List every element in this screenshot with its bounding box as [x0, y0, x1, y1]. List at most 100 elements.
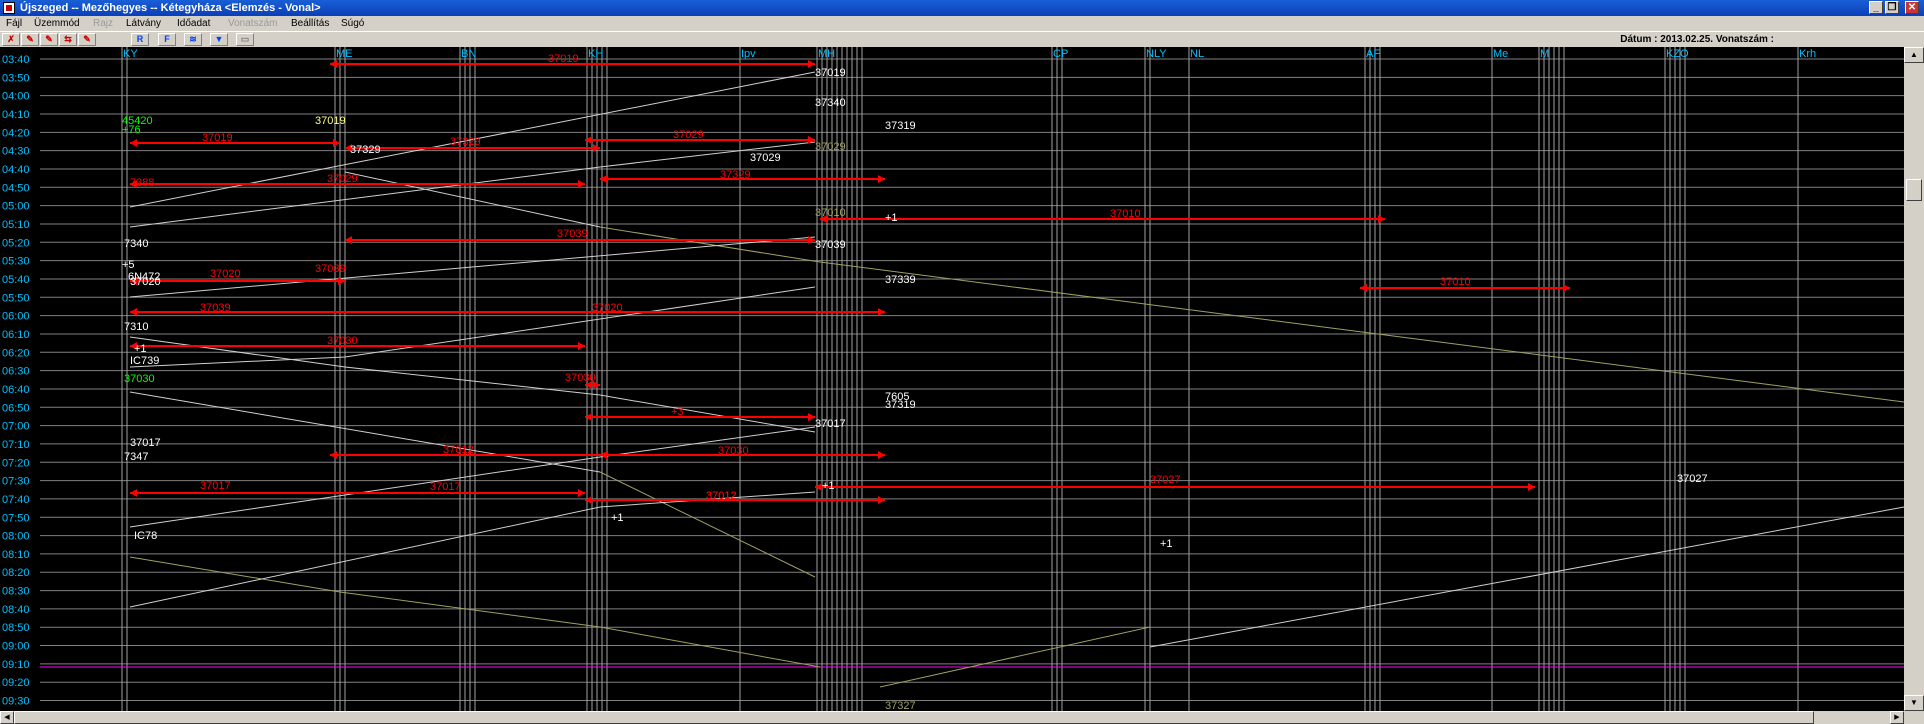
train-label: 37019 [815, 67, 846, 79]
scroll-left-icon[interactable]: ◀ [0, 711, 14, 724]
arrow-head [130, 139, 137, 147]
station-label: NL [1190, 48, 1204, 60]
menu-timedata[interactable]: Időadat [177, 16, 210, 31]
timetable-chart[interactable]: 03:40 03:50 04:00 04:10 04:20 04:30 04:40 04:50… [0, 47, 1905, 712]
scroll-right-icon[interactable]: ▶ [1890, 711, 1904, 724]
timetable-svg[interactable]: 03:40 03:50 04:00 04:10 04:20 04:30 04:40 04:50… [0, 47, 1905, 712]
horizontal-scrollbar[interactable]: ◀ ▶ [0, 711, 1924, 724]
station-label: BN [461, 48, 476, 60]
arrow-head [600, 451, 607, 459]
tool-1-icon[interactable]: ✗ [2, 33, 20, 46]
time-label: 06:00 [2, 311, 30, 323]
train-label: 37039 [200, 302, 231, 314]
train-path-line [599, 226, 821, 263]
arrow-head [1528, 483, 1535, 491]
arrow-head [600, 175, 607, 183]
scroll-up-icon[interactable]: ▲ [1904, 47, 1924, 63]
scroll-down-icon[interactable]: ▼ [1904, 695, 1924, 711]
menu-help[interactable]: Súgó [341, 16, 364, 31]
train-label: IC739 [130, 355, 159, 367]
time-label: 09:20 [2, 677, 30, 689]
arrow-head [815, 483, 822, 491]
tool-5-icon[interactable]: ✎ [78, 33, 96, 46]
train-label: 7340 [124, 238, 148, 250]
minimize-button[interactable]: _ [1869, 1, 1883, 14]
train-label: 37319 [885, 399, 916, 411]
tool-10-icon[interactable]: ▭ [236, 33, 254, 46]
train-path-line [129, 506, 601, 608]
train-label: 37039 [315, 263, 346, 275]
tool-2-icon[interactable]: ✎ [21, 33, 39, 46]
arrow-head [808, 413, 815, 421]
train-label: 37340 [815, 97, 846, 109]
tool-4-icon[interactable]: ⇆ [59, 33, 77, 46]
train-path-line [879, 626, 1151, 688]
train-label: +76 [122, 124, 141, 136]
arrow-head [578, 342, 585, 350]
train-label: 37017 [815, 418, 846, 430]
arrow-head [878, 308, 885, 316]
f-button[interactable]: F [158, 33, 176, 46]
time-label: 07:40 [2, 494, 30, 506]
train-path-line [599, 471, 816, 578]
train-label: 37030 [124, 373, 155, 385]
train-label: 37020 [130, 276, 161, 288]
menu-view[interactable]: Látvány [126, 16, 161, 31]
station-label: Krh [1799, 48, 1816, 60]
arrow-head [878, 451, 885, 459]
train-label: 37019 [548, 53, 579, 65]
arrow-head [585, 136, 592, 144]
train-label: 37019 [202, 132, 233, 144]
train-label: 37027 [1677, 473, 1708, 485]
menu-mode[interactable]: Üzemmód [34, 16, 80, 31]
train-label: 37039 [815, 239, 846, 251]
menu-trainnumber[interactable]: Vonatszám [228, 16, 277, 31]
arrow-head [878, 496, 885, 504]
time-label: 04:40 [2, 164, 30, 176]
train-label: 37017 [200, 480, 231, 492]
filter-icon[interactable]: ▼ [210, 33, 228, 46]
train-label: +1 [1160, 538, 1173, 550]
time-label: 06:40 [2, 384, 30, 396]
train-path-line [344, 366, 601, 396]
train-label: +1 [885, 212, 898, 224]
train-label: 37329 [450, 136, 481, 148]
train-label: 37039 [557, 228, 588, 240]
train-label: 37339 [885, 274, 916, 286]
time-label: 05:40 [2, 274, 30, 286]
scroll-thumb[interactable] [1906, 179, 1922, 201]
train-label: 37017 [130, 437, 161, 449]
train-label: 37329 [350, 144, 381, 156]
menu-file[interactable]: Fájl [6, 16, 22, 31]
time-label: 08:30 [2, 586, 30, 598]
title-bar: Újszeged -- Mezőhegyes -- Kétegyháza <El… [0, 0, 1924, 16]
train-path-line [129, 236, 816, 298]
train-label: 37010 [1440, 276, 1471, 288]
train-label: +5 [122, 259, 135, 271]
arrow-head [578, 180, 585, 188]
station-label: M [1540, 48, 1549, 60]
menu-settings[interactable]: Beállítás [291, 16, 329, 31]
menu-draw[interactable]: Rajz [93, 16, 113, 31]
tool-3-icon[interactable]: ✎ [40, 33, 58, 46]
tool-8-icon[interactable]: ≋ [184, 33, 202, 46]
close-button[interactable]: ✕ [1905, 1, 1919, 14]
arrow-head [1563, 284, 1570, 292]
time-label: 07:10 [2, 439, 30, 451]
menu-bar: Fájl Üzemmód Rajz Látvány Időadat Vonats… [0, 16, 1924, 31]
hscroll-thumb[interactable] [14, 711, 1814, 724]
train-label: 7310 [124, 321, 148, 333]
arrow-head [330, 451, 337, 459]
time-label: 07:50 [2, 512, 30, 524]
r-button[interactable]: R [131, 33, 149, 46]
restore-button[interactable]: ❐ [1885, 1, 1899, 14]
station-label: ME [336, 48, 353, 60]
train-label: 7388 [130, 177, 154, 189]
time-label: 04:10 [2, 109, 30, 121]
arrow-head [808, 60, 815, 68]
vertical-scrollbar[interactable]: ▲ ▼ [1904, 47, 1924, 711]
train-path-line [599, 626, 821, 668]
train-label: 37327 [885, 700, 916, 711]
train-label: 37027 [1150, 474, 1181, 486]
train-path-line [344, 171, 601, 228]
